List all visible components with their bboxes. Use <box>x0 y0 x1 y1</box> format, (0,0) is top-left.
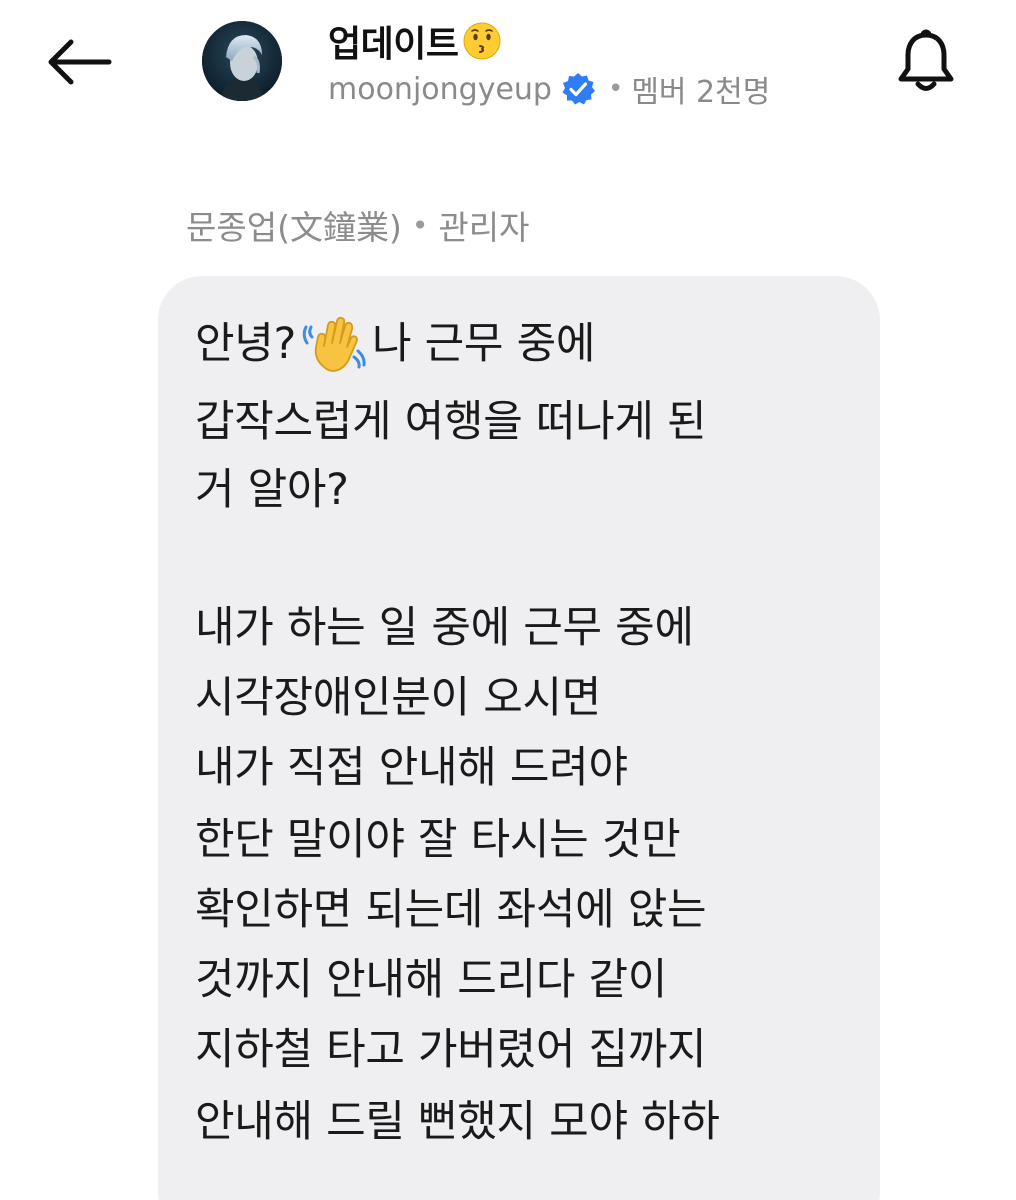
message-line: 안내해 드릴 뻔했지 모야 하하 <box>195 1097 720 1147</box>
separator-dot: • <box>607 74 624 104</box>
message-line: 지하철 타고 가버렸어 집까지 <box>195 1025 707 1075</box>
back-button[interactable] <box>40 30 120 94</box>
message-text: 안녕? <box>195 319 297 369</box>
avatar-image <box>202 21 282 101</box>
chat-screen: 업데이트 moonjongyeup • 멤버 2천명 문종업(文鐘業) • 관리… <box>0 0 1016 1200</box>
message-line: 내가 하는 일 중에 근무 중에 <box>195 603 694 653</box>
kissing-face-emoji <box>463 22 501 60</box>
sender-name[interactable]: 문종업(文鐘業) <box>186 201 402 249</box>
sender-role: 관리자 <box>438 208 530 247</box>
message-line: 것까지 안내해 드리다 같이 <box>195 955 667 1005</box>
member-count: 멤버 2천명 <box>631 75 771 110</box>
bell-icon <box>898 29 954 91</box>
verified-badge-icon <box>562 73 595 105</box>
message-line: 거 알아? <box>195 465 349 515</box>
message-line: 시각장애인분이 오시면 <box>195 673 601 723</box>
avatar[interactable] <box>202 21 282 101</box>
channel-title: 업데이트 <box>328 16 502 66</box>
message-line: 갑작스럽게 여행을 떠나게 된 <box>195 397 707 447</box>
message-text: 나 근무 중에 <box>372 319 596 369</box>
message-line: 한단 말이야 잘 타시는 것만 <box>195 815 681 865</box>
message-line: 확인하면 되는데 좌석에 앉는 <box>195 885 707 935</box>
back-arrow-icon <box>48 39 112 85</box>
message-sender: 문종업(文鐘業) • 관리자 <box>186 200 529 250</box>
separator-dot: • <box>411 208 429 242</box>
notification-button[interactable] <box>886 22 966 102</box>
message-line: 내가 직접 안내해 드려야 <box>195 743 628 793</box>
channel-title-text: 업데이트 <box>328 24 459 65</box>
message-line: 안녕? 나 근무 중에 <box>195 314 595 374</box>
username[interactable]: moonjongyeup <box>328 72 552 107</box>
waving-hand-emoji <box>302 316 366 372</box>
channel-subtitle: moonjongyeup • 멤버 2천명 <box>328 66 770 112</box>
